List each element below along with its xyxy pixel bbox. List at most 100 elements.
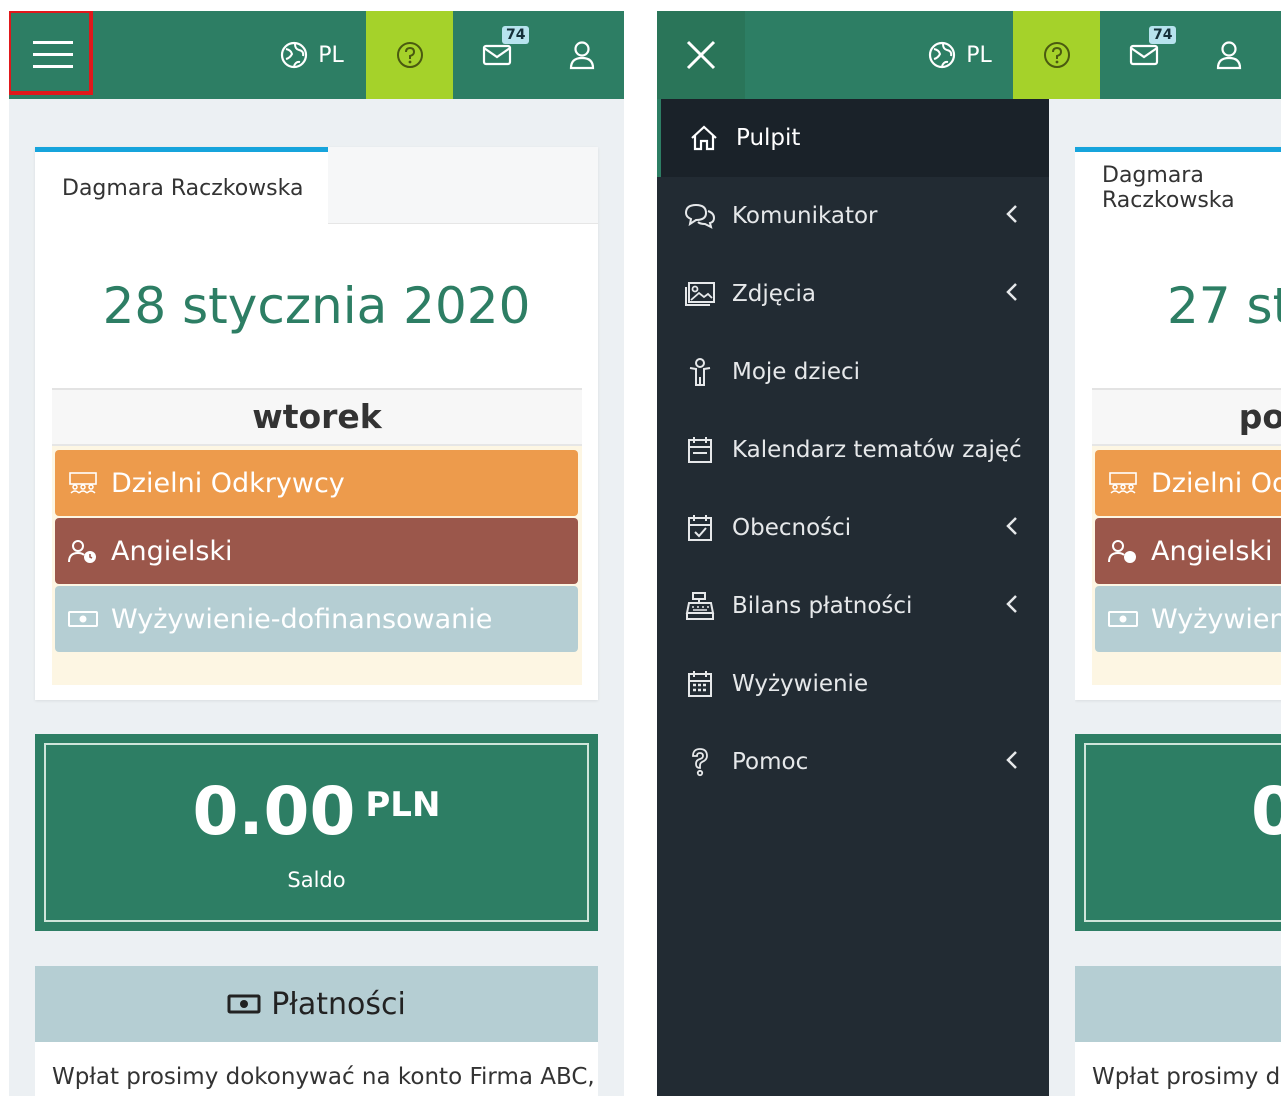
menu-item-bilans-platnosci[interactable]: Bilans płatności: [657, 567, 1049, 645]
event-item[interactable]: Wyżywienie-dofinansowanie: [1095, 586, 1281, 652]
left-screen: PL 74 Dagmara Raczkowska 28 stycznia 202…: [9, 11, 624, 1096]
calendar-icon: [687, 437, 712, 463]
menu-item-label: Obecności: [732, 515, 852, 541]
chevron-left-icon: [1006, 517, 1017, 535]
help-button[interactable]: [366, 11, 453, 99]
menu-item-label: Moje dzieci: [732, 359, 861, 385]
calendar-card: Dagmara Raczkowska 28 stycznia 2020 wtor…: [35, 147, 598, 700]
menu-item-label: Wyżywienie: [732, 671, 869, 697]
question-circle-icon: [1043, 42, 1070, 68]
saldo-frame: 0.00: [1084, 743, 1281, 922]
calendar-card: Dagmara Raczkowska 27 stycznia 2020 poni…: [1075, 147, 1281, 700]
menu-item-moje-dzieci[interactable]: Moje dzieci: [657, 333, 1049, 411]
menu-item-label: Kalendarz tematów zajęć: [732, 437, 1022, 463]
payments-card: Wpłat prosimy dokonywać na konto Firma A…: [1075, 966, 1281, 1096]
group-icon: [69, 472, 97, 494]
event-label: Dzielni Odkrywcy: [111, 467, 345, 499]
menu-item-wyzywienie[interactable]: Wyżywienie: [657, 645, 1049, 723]
messages-button[interactable]: 74: [453, 11, 540, 99]
event-label: Wyżywienie-dofinansowanie: [111, 603, 493, 635]
user-clock-icon: [1108, 540, 1136, 563]
child-tab-label: Dagmara Raczkowska: [1102, 163, 1235, 213]
money-icon: [1108, 611, 1138, 627]
cash-register-icon: [685, 592, 714, 620]
saldo-amount: 0.00 PLN: [46, 773, 587, 850]
question-circle-icon: [396, 42, 423, 68]
saldo-label: Saldo: [287, 868, 346, 892]
child-tab[interactable]: Dagmara Raczkowska: [35, 147, 328, 224]
event-label: Wyżywienie-dofinansowanie: [1151, 603, 1281, 635]
envelope-icon: [482, 44, 511, 66]
saldo-value: 0.00: [192, 773, 356, 850]
event-item[interactable]: Wyżywienie-dofinansowanie: [55, 586, 578, 652]
language-label: PL: [966, 42, 992, 68]
language-button[interactable]: PL: [915, 11, 1005, 99]
user-clock-icon: [68, 540, 96, 563]
event-item[interactable]: Dzielni Odkrywcy: [55, 450, 578, 516]
payments-text: Wpłat prosimy dokonywać na konto Firma A…: [52, 1064, 595, 1090]
event-label: Angielski: [1151, 535, 1273, 567]
menu-item-pomoc[interactable]: Pomoc: [657, 723, 1049, 801]
close-icon: [686, 40, 716, 70]
language-button[interactable]: PL: [267, 11, 357, 99]
menu-item-label: Zdjęcia: [732, 281, 817, 307]
background-content: Dagmara Raczkowska 27 stycznia 2020 poni…: [1075, 11, 1281, 1096]
child-icon: [689, 358, 710, 386]
right-screen: PL 74 Dagmara Raczkowska 27 s po Dzielni…: [657, 11, 1281, 1096]
chevron-left-icon: [1006, 595, 1017, 613]
event-item[interactable]: Angielski: [1095, 518, 1281, 584]
saldo-value: 0.00: [1251, 773, 1281, 850]
menu-item-obecnosci[interactable]: Obecności: [657, 489, 1049, 567]
day-name: wtorek: [52, 390, 582, 446]
payments-title: Płatności: [271, 986, 406, 1022]
event-item[interactable]: Angielski: [55, 518, 578, 584]
menu-item-kalendarz[interactable]: Kalendarz tematów zajęć: [657, 411, 1049, 489]
child-tab[interactable]: Dagmara Raczkowska: [1075, 147, 1281, 224]
menu-item-label: Pulpit: [736, 125, 801, 151]
menu-toggle-button[interactable]: [9, 11, 97, 99]
event-item[interactable]: Dzielni Odkrywcy: [1095, 450, 1281, 516]
globe-icon: [281, 41, 308, 69]
home-icon: [690, 125, 717, 151]
message-count-badge: 74: [502, 26, 530, 44]
highlight-outline: [9, 11, 93, 95]
menu-item-label: Bilans płatności: [732, 593, 913, 619]
menu-item-label: Pomoc: [732, 749, 809, 775]
payments-header: Płatności: [35, 966, 598, 1042]
menu-item-label: Komunikator: [732, 203, 878, 229]
chevron-left-icon: [1006, 751, 1017, 769]
calendar-date: 27 stycznia 2020: [1167, 277, 1281, 335]
calendar-date: 28 stycznia 2020: [102, 277, 531, 335]
chat-icon: [684, 203, 715, 229]
chevron-left-icon: [1006, 283, 1017, 301]
top-bar: PL 74: [9, 11, 624, 99]
payments-header: [1075, 966, 1281, 1042]
calendar-check-icon: [687, 515, 712, 541]
language-label: PL: [318, 42, 344, 68]
day-box: wtorek Dzielni Odkrywcy Angielski Wyżywi…: [52, 388, 582, 685]
saldo-card: 0.00: [1075, 734, 1281, 931]
day-name: poniedziałek: [1092, 390, 1281, 446]
money-icon: [227, 994, 261, 1014]
globe-icon: [929, 41, 956, 69]
menu-item-komunikator[interactable]: Komunikator: [657, 177, 1049, 255]
group-icon: [1109, 472, 1137, 494]
money-icon: [68, 611, 98, 627]
event-label: Angielski: [111, 535, 233, 567]
calendar-grid-icon: [687, 671, 712, 697]
user-button[interactable]: [540, 11, 624, 99]
saldo-currency: PLN: [365, 785, 441, 825]
saldo-card: 0.00 PLN Saldo: [35, 734, 598, 931]
event-label: Dzielni Odkrywcy: [1151, 467, 1281, 499]
close-menu-button[interactable]: [657, 11, 745, 99]
menu-item-pulpit[interactable]: Pulpit: [657, 99, 1049, 177]
child-tab-label: Dagmara Raczkowska: [62, 175, 304, 201]
saldo-frame: 0.00 PLN Saldo: [44, 743, 589, 922]
payments-card: Płatności Wpłat prosimy dokonywać na kon…: [35, 966, 598, 1096]
menu-item-zdjecia[interactable]: Zdjęcia: [657, 255, 1049, 333]
chevron-left-icon: [1006, 205, 1017, 223]
day-box: poniedziałek Dzielni Odkrywcy A: [1092, 388, 1281, 685]
user-icon: [569, 41, 595, 70]
tab-bar-filler: [328, 147, 598, 224]
payments-text: Wpłat prosimy dokonywać na konto Firma A…: [1092, 1064, 1281, 1090]
